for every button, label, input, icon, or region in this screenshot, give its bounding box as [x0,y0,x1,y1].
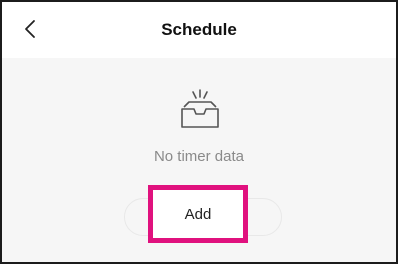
chevron-left-icon [25,20,35,38]
empty-state-message: No timer data [153,148,245,165]
empty-inbox-icon [176,87,224,131]
header-bar: Schedule [2,2,396,58]
add-button[interactable]: Add [148,185,248,243]
page-title: Schedule [161,20,237,39]
app-screen: Schedule No timer data Add [0,0,398,264]
back-button[interactable] [18,15,42,43]
